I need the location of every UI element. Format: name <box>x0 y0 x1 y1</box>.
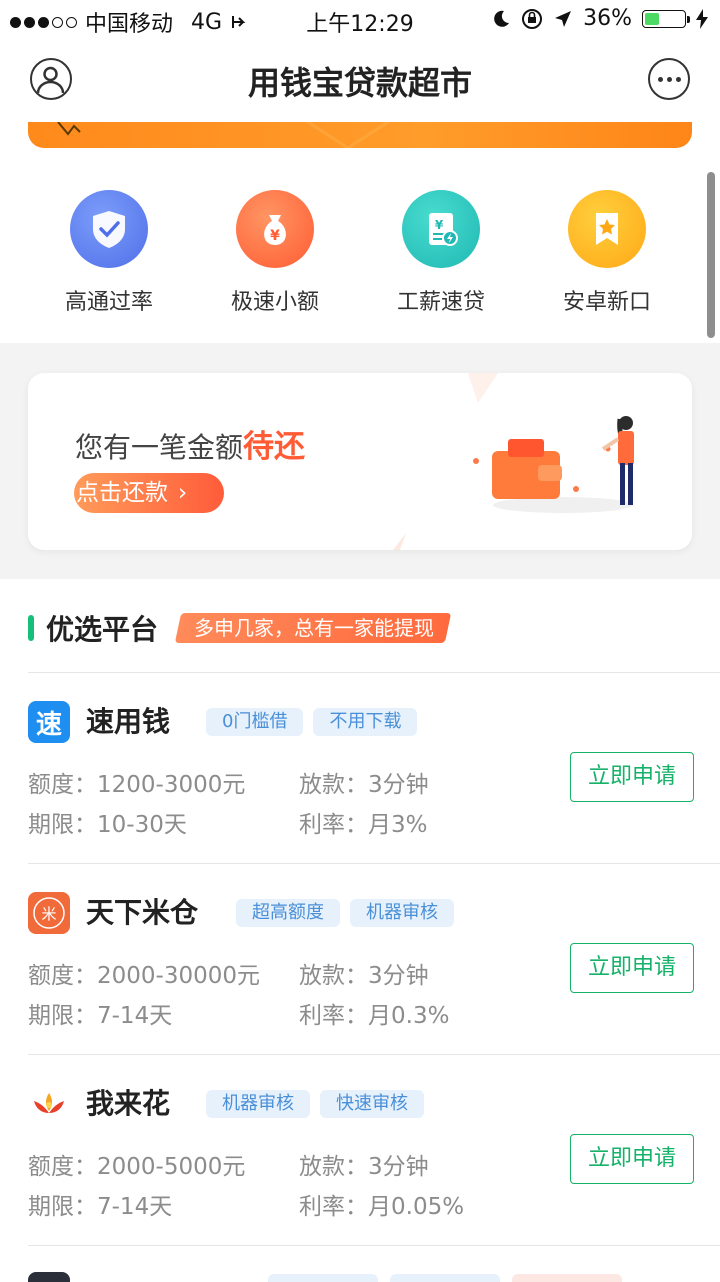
section-title: 优选平台 <box>46 613 159 646</box>
category-item-high-pass[interactable]: 高通过率 <box>26 190 192 316</box>
repay-message: 您有一笔金额待还 <box>75 421 305 466</box>
repay-button-label: 点击还款 <box>76 480 168 506</box>
section-tag-text: 多申几家，总有一家能提现 <box>194 616 435 640</box>
product-tag: 不用下载 <box>313 708 418 736</box>
product-name: 天下米仓 <box>86 896 199 929</box>
section-tag: 多申几家，总有一家能提现 <box>174 613 452 643</box>
product-name: 我来花 <box>86 1087 171 1120</box>
product-tag: 0门槛借 <box>206 708 304 736</box>
product-term: 期限：10-30天 <box>28 812 187 838</box>
category-grid: 高通过率 ¥ 极速小额 ¥ 工薪速贷 安卓新口 <box>0 190 720 316</box>
product-tag: 机器审核 <box>350 899 454 927</box>
category-label: 安卓新口 <box>562 290 651 315</box>
nav-bar: 用钱宝贷款超市 <box>0 40 720 122</box>
apply-button[interactable]: 立即申请 <box>570 943 694 993</box>
product-card[interactable]: 米 天下米仓 超高额度 机器审核 额度：2000-30000元 期限：7-14天… <box>28 892 720 1042</box>
product-tag: 快速审核 <box>320 1090 424 1118</box>
status-bar: 中国移动 4G 上午12:29 36% <box>0 0 720 40</box>
repay-button[interactable]: 点击还款 › <box>74 473 224 513</box>
promo-banner[interactable] <box>28 122 692 148</box>
product-card[interactable]: 我来花 机器审核 快速审核 额度：2000-5000元 期限：7-14天 放款：… <box>28 1083 720 1233</box>
category-item-fast-small[interactable]: ¥ 极速小额 <box>192 190 358 316</box>
product-tag: 机器审核 <box>206 1090 310 1118</box>
battery-percent: 36% <box>583 6 632 31</box>
charging-bolt-icon <box>696 8 708 29</box>
category-item-android-new[interactable]: 安卓新口 <box>524 190 690 316</box>
product-term: 期限：7-14天 <box>28 1194 173 1220</box>
product-rate: 利率：月0.3% <box>299 1003 450 1029</box>
product-tag: 超高额度 <box>236 899 340 927</box>
more-dots-icon[interactable] <box>648 58 690 100</box>
product-rate: 利率：月3% <box>299 812 428 838</box>
product-card[interactable]: 速 速用钱 0门槛借 不用下载 额度：1200-3000元 期限：10-30天 … <box>28 701 720 851</box>
repay-highlight: 待还 <box>243 429 306 465</box>
product-logo-icon: 速 <box>28 701 70 743</box>
section-header: 优选平台 多申几家，总有一家能提现 <box>28 608 452 648</box>
shield-check-icon <box>70 190 148 268</box>
repay-message-text: 您有一笔金额 <box>75 431 244 464</box>
divider <box>28 1245 720 1246</box>
page-title: 用钱宝贷款超市 <box>247 64 472 102</box>
divider <box>28 863 720 864</box>
product-name: 速用钱 <box>86 705 171 738</box>
apply-button[interactable]: 立即申请 <box>570 752 694 802</box>
product-logo-icon <box>28 1083 70 1125</box>
product-loan-time: 放款：3分钟 <box>299 963 429 989</box>
location-arrow-icon <box>555 10 572 27</box>
category-item-salary-loan[interactable]: ¥ 工薪速贷 <box>358 190 524 316</box>
wallet-person-illustration <box>473 416 634 513</box>
category-label: 高通过率 <box>64 290 153 315</box>
product-tags: 超高额度 机器审核 <box>236 899 454 927</box>
battery-icon <box>642 9 690 28</box>
svg-text:¥: ¥ <box>435 218 444 232</box>
product-loan-time: 放款：3分钟 <box>299 772 429 798</box>
repay-card[interactable]: 您有一笔金额待还 点击还款 › <box>28 373 692 550</box>
product-rate: 利率：月0.05% <box>299 1194 465 1220</box>
product-tags: 0门槛借 不用下载 <box>206 708 418 736</box>
svg-text:¥: ¥ <box>270 228 280 244</box>
product-logo-icon: 米 <box>28 892 70 934</box>
star-bookmark-icon <box>568 190 646 268</box>
next-product-peek <box>0 1262 720 1282</box>
money-bag-icon: ¥ <box>236 190 314 268</box>
category-label: 极速小额 <box>230 290 319 315</box>
apply-button[interactable]: 立即申请 <box>570 1134 694 1184</box>
svg-text:米: 米 <box>41 905 56 923</box>
orientation-lock-icon <box>522 8 543 29</box>
product-loan-time: 放款：3分钟 <box>299 1154 429 1180</box>
product-amount: 额度：2000-30000元 <box>28 963 260 989</box>
bill-icon: ¥ <box>402 190 480 268</box>
product-term: 期限：7-14天 <box>28 1003 173 1029</box>
status-time: 上午12:29 <box>306 12 414 37</box>
section-accent-bar <box>28 615 34 641</box>
divider <box>28 1054 720 1055</box>
divider <box>28 672 720 673</box>
do-not-disturb-moon-icon <box>494 10 510 27</box>
product-amount: 额度：1200-3000元 <box>28 772 246 798</box>
product-tags: 机器审核 快速审核 <box>206 1090 424 1118</box>
product-amount: 额度：2000-5000元 <box>28 1154 246 1180</box>
category-label: 工薪速贷 <box>396 290 485 315</box>
